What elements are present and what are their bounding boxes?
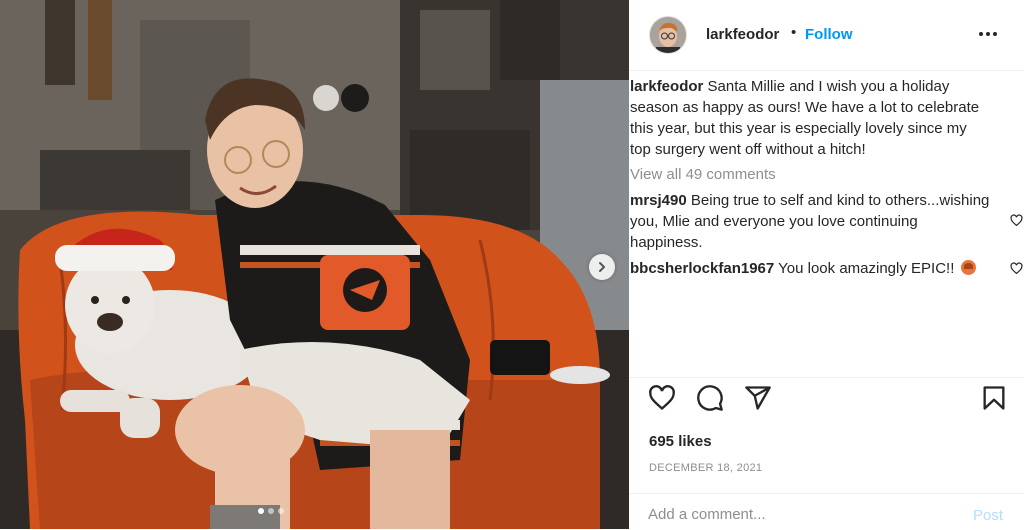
caption-username[interactable]: larkfeodor — [630, 78, 703, 95]
post-comment-button[interactable]: Post — [973, 507, 1003, 524]
post-photo[interactable] — [0, 0, 629, 529]
comment-item: mrsj490 Being true to self and kind to o… — [630, 190, 990, 253]
comment-like-heart-icon[interactable] — [1010, 214, 1023, 227]
comment-bubble-icon[interactable] — [696, 384, 724, 412]
next-image-button[interactable] — [589, 254, 615, 280]
carousel-dot-active — [258, 508, 264, 514]
post-header: larkfeodor • Follow — [629, 0, 1024, 71]
avatar[interactable] — [649, 16, 687, 54]
heart-icon[interactable] — [648, 384, 676, 412]
more-options-icon[interactable] — [979, 26, 1003, 42]
bookmark-icon[interactable] — [980, 384, 1008, 412]
post-actions — [629, 377, 1024, 418]
comment-text: You look amazingly EPIC!! — [778, 260, 955, 277]
carousel-dot — [268, 508, 274, 514]
carousel-dots — [258, 508, 284, 514]
comment-username[interactable]: mrsj490 — [630, 192, 687, 209]
header-separator: • — [791, 24, 797, 41]
chevron-right-icon — [599, 262, 605, 272]
comment-item: bbcsherlockfan1967 You look amazingly EP… — [630, 258, 990, 279]
post-details-panel: larkfeodor • Follow larkfeodor Santa Mil… — [629, 0, 1024, 529]
add-comment-input[interactable] — [648, 506, 948, 523]
post-photo-illustration — [0, 0, 629, 529]
likes-count[interactable]: 695 likes — [649, 433, 712, 450]
carousel-dot — [278, 508, 284, 514]
view-all-comments-link[interactable]: View all 49 comments — [630, 164, 776, 185]
follow-button[interactable]: Follow — [805, 26, 853, 43]
comment-like-heart-icon[interactable] — [1010, 262, 1023, 275]
grinning-emoji-icon — [960, 260, 976, 275]
paper-plane-icon[interactable] — [744, 384, 772, 412]
add-comment-bar: Post — [629, 493, 1024, 530]
comment-username[interactable]: bbcsherlockfan1967 — [630, 260, 774, 277]
avatar-image — [650, 17, 686, 53]
caption: larkfeodor Santa Millie and I wish you a… — [630, 76, 990, 160]
header-username[interactable]: larkfeodor — [706, 26, 779, 43]
post-date: DECEMBER 18, 2021 — [649, 462, 763, 474]
